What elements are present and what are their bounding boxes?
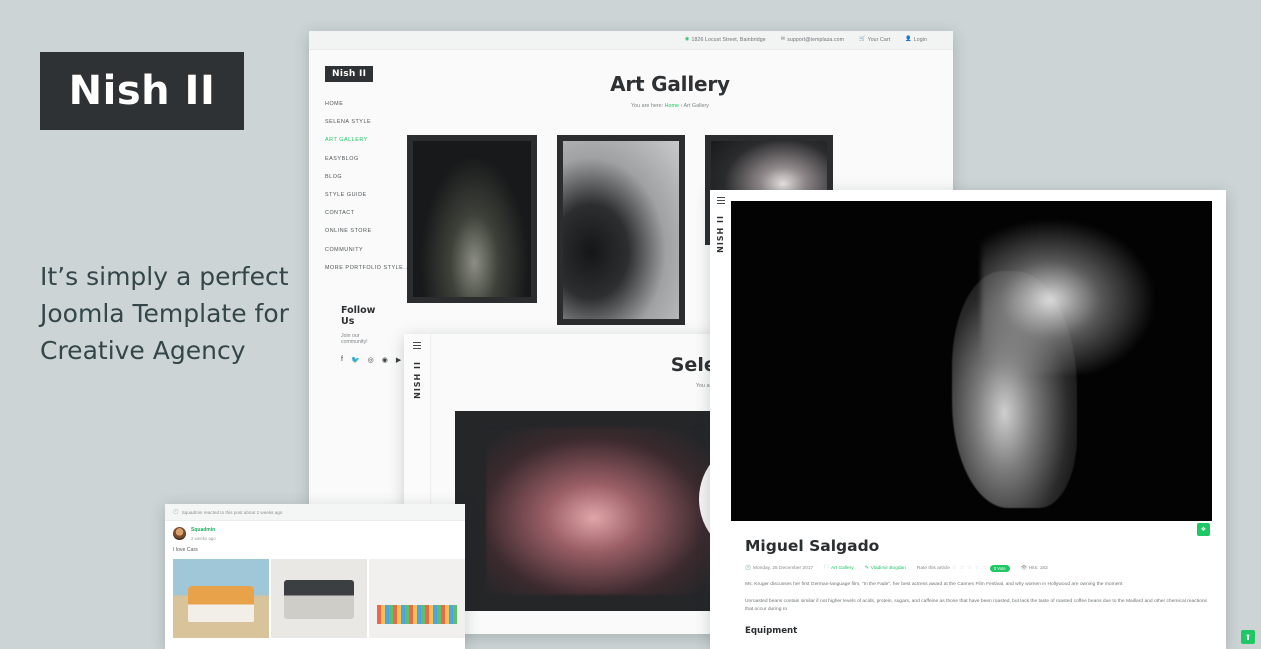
page-title: Art Gallery (610, 72, 730, 96)
map-pin-icon: ◉ (684, 36, 690, 43)
nav-item-online-store[interactable]: ONLINE STORE (325, 228, 387, 234)
article-vertical-bar: NISH II (710, 190, 731, 649)
article-rating[interactable]: Rate this article ☆ ☆ ☆ ☆ ☆ 0 Vote (917, 564, 1010, 572)
follow-us-block: Follow Us Join our community! f 🐦 ◎ ◉ ▶ (325, 304, 401, 364)
main-navigation: HOME SELENA STYLE ART GALLERY EASYBLOG B… (325, 101, 407, 271)
article-title: Miguel Salgado (745, 537, 880, 555)
red-smoke-hand-photo (485, 427, 720, 595)
arrow-up-icon[interactable]: ⬆ (1241, 630, 1255, 644)
article-meta: 🕐 Monday, 25 December 2017 🗀 Art Gallery… (745, 564, 1210, 572)
topbar-email[interactable]: ✉ support@templaza.com (781, 37, 844, 43)
article-date: 🕐 Monday, 25 December 2017 (745, 565, 814, 571)
envelope-icon: ✉ (780, 36, 786, 43)
post-header: Squadmin 2 weeks ago (165, 521, 465, 541)
window-article[interactable]: NISH II Miguel Salgado ❖ 🕐 Monday, 25 De… (710, 190, 1226, 649)
torso-photo (563, 141, 679, 319)
brand-logo-text: Nish II (68, 68, 216, 114)
post-author[interactable]: Squadmin (191, 527, 216, 533)
article-author[interactable]: ✎ Vladimir Bogdan (865, 566, 906, 571)
article-subheading: Equipment (745, 625, 798, 636)
avatar[interactable] (173, 527, 186, 540)
vintage-camera-photo[interactable] (271, 559, 367, 638)
article-hits: 👁 Hits: 183 (1020, 565, 1048, 571)
nav-item-more-portfolio[interactable]: MORE PORTFOLIO STYLE.. (325, 265, 407, 271)
nav-item-art-gallery[interactable]: ART GALLERY (325, 137, 387, 143)
post-reaction-notice: 🕐 Squadmin reacted to this post about 2 … (165, 504, 465, 521)
breadcrumb-current: Art Gallery (683, 103, 710, 109)
hamburger-menu-icon[interactable] (716, 197, 725, 205)
social-links: f 🐦 ◎ ◉ ▶ (341, 356, 401, 364)
shopping-cart-icon: 🛒 (859, 36, 866, 43)
gallery-item-torso[interactable] (557, 135, 685, 325)
breadcrumb-separator: › (680, 103, 683, 109)
article-header: Miguel Salgado ❖ 🕐 Monday, 25 December 2… (731, 521, 1226, 572)
nav-item-style-guide[interactable]: STYLE GUIDE (325, 192, 387, 198)
pencil-icon: ✎ (864, 565, 869, 571)
github-icon[interactable]: ◎ (368, 356, 374, 364)
hamburger-menu-icon[interactable] (413, 342, 421, 350)
clock-icon: 🕐 (173, 509, 179, 514)
clock-icon: 🕐 (745, 565, 751, 571)
nav-item-community[interactable]: COMMUNITY (325, 247, 387, 253)
nav-item-easyblog[interactable]: EASYBLOG (325, 156, 387, 162)
twitter-icon[interactable]: 🐦 (351, 356, 360, 364)
eye-icon: 👁 (1020, 565, 1027, 571)
gallery-sidebar: Nish II HOME SELENA STYLE ART GALLERY EA… (309, 50, 407, 531)
forest-photo (413, 141, 531, 297)
sidebar-logo[interactable]: Nish II (325, 66, 374, 82)
selena-vertical-logo[interactable]: NISH II (413, 361, 422, 399)
nav-item-selena-style[interactable]: SELENA STYLE (325, 119, 387, 125)
topbar-cart[interactable]: 🛒 Your Cart (859, 37, 890, 43)
post-timestamp: 2 weeks ago (191, 536, 216, 541)
screenshot-stage: Nish II It’s simply a perfect Joomla Tem… (0, 0, 1261, 649)
desk-supplies-photo[interactable] (369, 559, 465, 638)
article-body: Miguel Salgado ❖ 🕐 Monday, 25 December 2… (731, 201, 1226, 649)
article-vertical-logo[interactable]: NISH II (716, 215, 725, 253)
article-paragraph-2: Unroasted beans contain similar if not h… (745, 599, 1207, 613)
facebook-icon[interactable]: f (341, 356, 343, 364)
folder-icon: 🗀 (824, 565, 829, 570)
rating-stars[interactable]: ☆ ☆ ☆ ☆ ☆ (952, 566, 988, 571)
nav-item-contact[interactable]: CONTACT (325, 210, 387, 216)
follow-us-heading: Follow Us (341, 304, 376, 327)
vw-van-photo[interactable] (173, 559, 269, 638)
site-topbar: ◉ 1826 Locust Street, Bainbridge ✉ suppo… (309, 31, 953, 50)
vote-badge: 0 Vote (989, 564, 1010, 572)
nav-item-home[interactable]: HOME (325, 101, 387, 107)
brand-logo-box: Nish II (40, 52, 244, 130)
topbar-login[interactable]: 👤 Login (905, 37, 927, 43)
gallery-item-forest[interactable] (407, 135, 537, 303)
window-social-post[interactable]: 🕐 Squadmin reacted to this post about 2 … (165, 504, 465, 649)
user-icon: 👤 (905, 36, 912, 43)
post-text: I love Cars (173, 547, 198, 553)
article-paragraph-1: Ms. Kruger discusses her first German-la… (745, 582, 1123, 587)
promo-tagline: It’s simply a perfect Joomla Template fo… (40, 262, 289, 365)
breadcrumb-prefix: You are here: (630, 103, 664, 109)
share-icon[interactable]: ❖ (1197, 523, 1210, 536)
topbar-address: ◉ 1826 Locust Street, Bainbridge (684, 36, 766, 43)
smoke-cloud (981, 220, 1155, 374)
post-thumbnail-grid (165, 553, 465, 638)
article-category[interactable]: 🗀 Art Gallery (824, 564, 853, 572)
smoke-dancer-photo[interactable] (731, 201, 1212, 521)
follow-us-subtitle: Join our community! (341, 332, 368, 345)
breadcrumb-home[interactable]: Home (665, 103, 679, 109)
nav-item-blog[interactable]: BLOG (325, 174, 387, 180)
